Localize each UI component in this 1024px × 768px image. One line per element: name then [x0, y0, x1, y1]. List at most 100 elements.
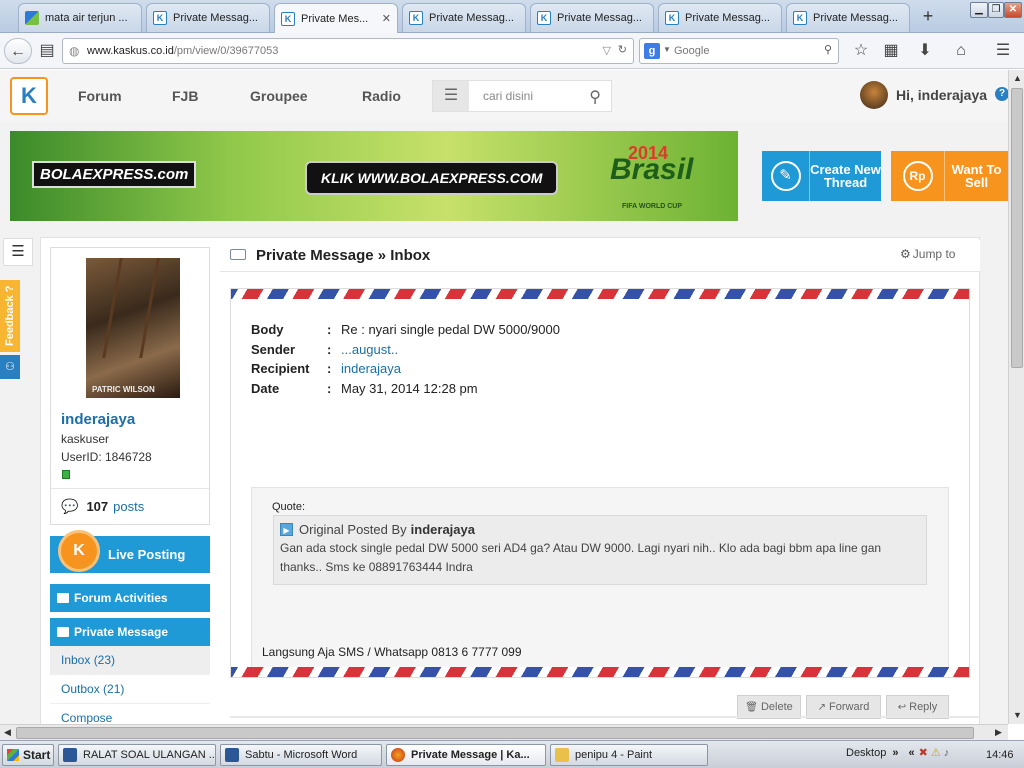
sidebar-item-inbox[interactable]: Inbox (23)	[50, 646, 210, 675]
view-post-icon[interactable]: ▶	[280, 523, 293, 536]
private-message-header[interactable]: Private Message	[50, 618, 210, 646]
browser-tab-bar: mata air terjun ... K Private Messag... …	[0, 0, 1024, 33]
search-icon[interactable]: ⚲	[824, 43, 832, 56]
browser-tab[interactable]: mata air terjun ...	[18, 3, 142, 32]
sidebar-item-outbox[interactable]: Outbox (21)	[50, 675, 210, 704]
address-bar[interactable]: ◍ www.kaskus.co.id/pm/view/0/39677053 ▽ …	[62, 38, 634, 64]
profile-user-id: UserID: 1846728	[61, 450, 152, 464]
feedback-icon[interactable]: ⚇	[0, 355, 20, 379]
browser-tab-active[interactable]: K Private Mes... ✕	[274, 3, 398, 33]
chevron-down-icon[interactable]: ▼	[663, 45, 671, 54]
windows-icon	[25, 11, 39, 25]
sidebar-toggle-icon[interactable]: ☰	[3, 238, 33, 266]
nav-forum[interactable]: Forum	[78, 88, 122, 104]
windows-taskbar: Start RALAT SOAL ULANGAN ... Sabtu - Mic…	[0, 740, 1024, 768]
scroll-down-icon[interactable]: ▼	[1013, 710, 1022, 720]
browser-tab[interactable]: K Private Messag...	[658, 3, 782, 32]
kaskus-favicon-icon: K	[537, 11, 551, 25]
want-to-sell-button[interactable]: Rp Want To Sell	[891, 151, 1008, 201]
scroll-up-icon[interactable]: ▲	[1013, 73, 1022, 83]
download-icon[interactable]: ⬇	[912, 38, 938, 64]
profile-username[interactable]: inderajaya	[61, 411, 135, 428]
site-search-input[interactable]: cari disini	[483, 89, 533, 103]
scrollbar-thumb[interactable]	[1011, 88, 1023, 368]
feedback-tab[interactable]: Feedback ?	[0, 280, 20, 352]
field-body: Body: Re : nyari single pedal DW 5000/90…	[251, 322, 560, 337]
taskbar-item-word-doc[interactable]: RALAT SOAL ULANGAN ...	[58, 744, 216, 766]
live-posting-button[interactable]: K Live Posting	[50, 530, 210, 573]
page-overview-icon[interactable]: ▤	[34, 38, 60, 64]
close-window-button[interactable]: ✕	[1004, 2, 1022, 18]
kaskus-badge-icon: K	[58, 530, 100, 572]
tray-expand-icon[interactable]: «	[908, 747, 914, 759]
volume-icon[interactable]: ♪	[944, 747, 950, 759]
word-icon	[225, 748, 239, 762]
section-divider	[230, 716, 980, 718]
quote-prefix: Original Posted By	[299, 522, 407, 537]
field-recipient: Recipient: inderajaya	[251, 361, 401, 376]
desktop-toolbar[interactable]: Desktop	[846, 747, 886, 759]
user-greeting[interactable]: Hi, inderajaya	[860, 80, 987, 110]
ad-banner[interactable]: BOLAEXPRESS.com KLIK WWW.BOLAEXPRESS.COM…	[10, 131, 738, 221]
scroll-left-icon[interactable]: ◀	[4, 727, 11, 738]
hamburger-menu-icon[interactable]: ☰	[433, 81, 469, 111]
search-icon[interactable]: ⚲	[589, 87, 601, 107]
vertical-scrollbar[interactable]: ▲ ▼	[1008, 70, 1024, 724]
pencil-icon: ✎	[770, 161, 801, 191]
field-key: Recipient	[251, 361, 310, 376]
activity-icon	[57, 593, 69, 603]
quote-label: Quote:	[272, 501, 306, 513]
user-photo[interactable]: PATRIC WILSON	[86, 258, 180, 398]
sidebar-item-compose[interactable]: Compose	[50, 704, 210, 724]
jump-to-button[interactable]: ⚙ Jump to	[900, 247, 955, 261]
scrollbar-thumb[interactable]	[16, 727, 974, 739]
horizontal-scrollbar[interactable]: ◀ ▶	[0, 724, 1008, 740]
kaskus-favicon-icon: K	[153, 11, 167, 25]
nav-radio[interactable]: Radio	[362, 88, 401, 104]
browser-tab[interactable]: K Private Messag...	[786, 3, 910, 32]
windows-flag-icon	[7, 749, 19, 761]
bookmark-star-icon[interactable]: ☆	[848, 38, 874, 64]
close-tab-icon[interactable]: ✕	[382, 12, 391, 25]
site-header: K Forum FJB Groupee Radio ☰ cari disini …	[0, 70, 1008, 122]
new-tab-button[interactable]: +	[916, 7, 940, 27]
menu-icon[interactable]: ☰	[990, 38, 1016, 64]
help-icon[interactable]: ?	[995, 87, 1008, 101]
search-engine-box[interactable]: g ▼ Google ⚲	[639, 38, 839, 64]
clock[interactable]: 14:46	[986, 749, 1014, 761]
taskbar-item-firefox[interactable]: Private Message | Ka...	[386, 744, 546, 766]
kaskus-favicon-icon: K	[793, 11, 807, 25]
network-icon[interactable]: ✖	[919, 746, 928, 759]
scroll-right-icon[interactable]: ▶	[995, 727, 1002, 738]
start-button[interactable]: Start	[2, 744, 54, 766]
browser-tab[interactable]: K Private Messag...	[146, 3, 270, 32]
task-label: penipu 4 - Paint	[575, 749, 653, 761]
sender-link[interactable]: ...august..	[341, 342, 398, 357]
toolbar-expand-icon[interactable]: »	[892, 747, 898, 759]
posts-link[interactable]: posts	[113, 499, 144, 514]
profile-posts[interactable]: 💬 107 posts	[51, 488, 209, 524]
home-icon[interactable]: ⌂	[948, 38, 974, 64]
security-icon[interactable]: ⚠	[931, 746, 941, 759]
taskbar-item-word[interactable]: Sabtu - Microsoft Word	[220, 744, 382, 766]
kaskus-logo[interactable]: K	[10, 77, 48, 115]
restore-button[interactable]: ❐	[988, 2, 1004, 18]
message-body-box: Quote: ▶ Original Posted By inderajaya G…	[251, 487, 949, 673]
forum-activities-header[interactable]: Forum Activities	[50, 584, 210, 612]
browser-tab[interactable]: K Private Messag...	[402, 3, 526, 32]
minimize-button[interactable]: ▁	[970, 2, 988, 18]
forward-icon: ↗	[817, 701, 827, 713]
nav-groupee[interactable]: Groupee	[250, 88, 308, 104]
bookmarks-list-icon[interactable]: ▦	[878, 38, 904, 64]
tab-label: Private Messag...	[685, 12, 770, 24]
dropdown-arrow-icon[interactable]: ▽	[603, 44, 611, 57]
taskbar-item-paint[interactable]: penipu 4 - Paint	[550, 744, 708, 766]
browser-tab[interactable]: K Private Messag...	[530, 3, 654, 32]
nav-fjb[interactable]: FJB	[172, 88, 198, 104]
back-button[interactable]: ←	[4, 38, 32, 64]
photo-tree-shape	[102, 258, 160, 358]
banner-cta: KLIK WWW.BOLAEXPRESS.COM	[305, 161, 559, 195]
reload-icon[interactable]: ↻	[618, 43, 627, 56]
recipient-link[interactable]: inderajaya	[341, 361, 401, 376]
create-thread-button[interactable]: ✎ Create New Thread	[762, 151, 881, 201]
